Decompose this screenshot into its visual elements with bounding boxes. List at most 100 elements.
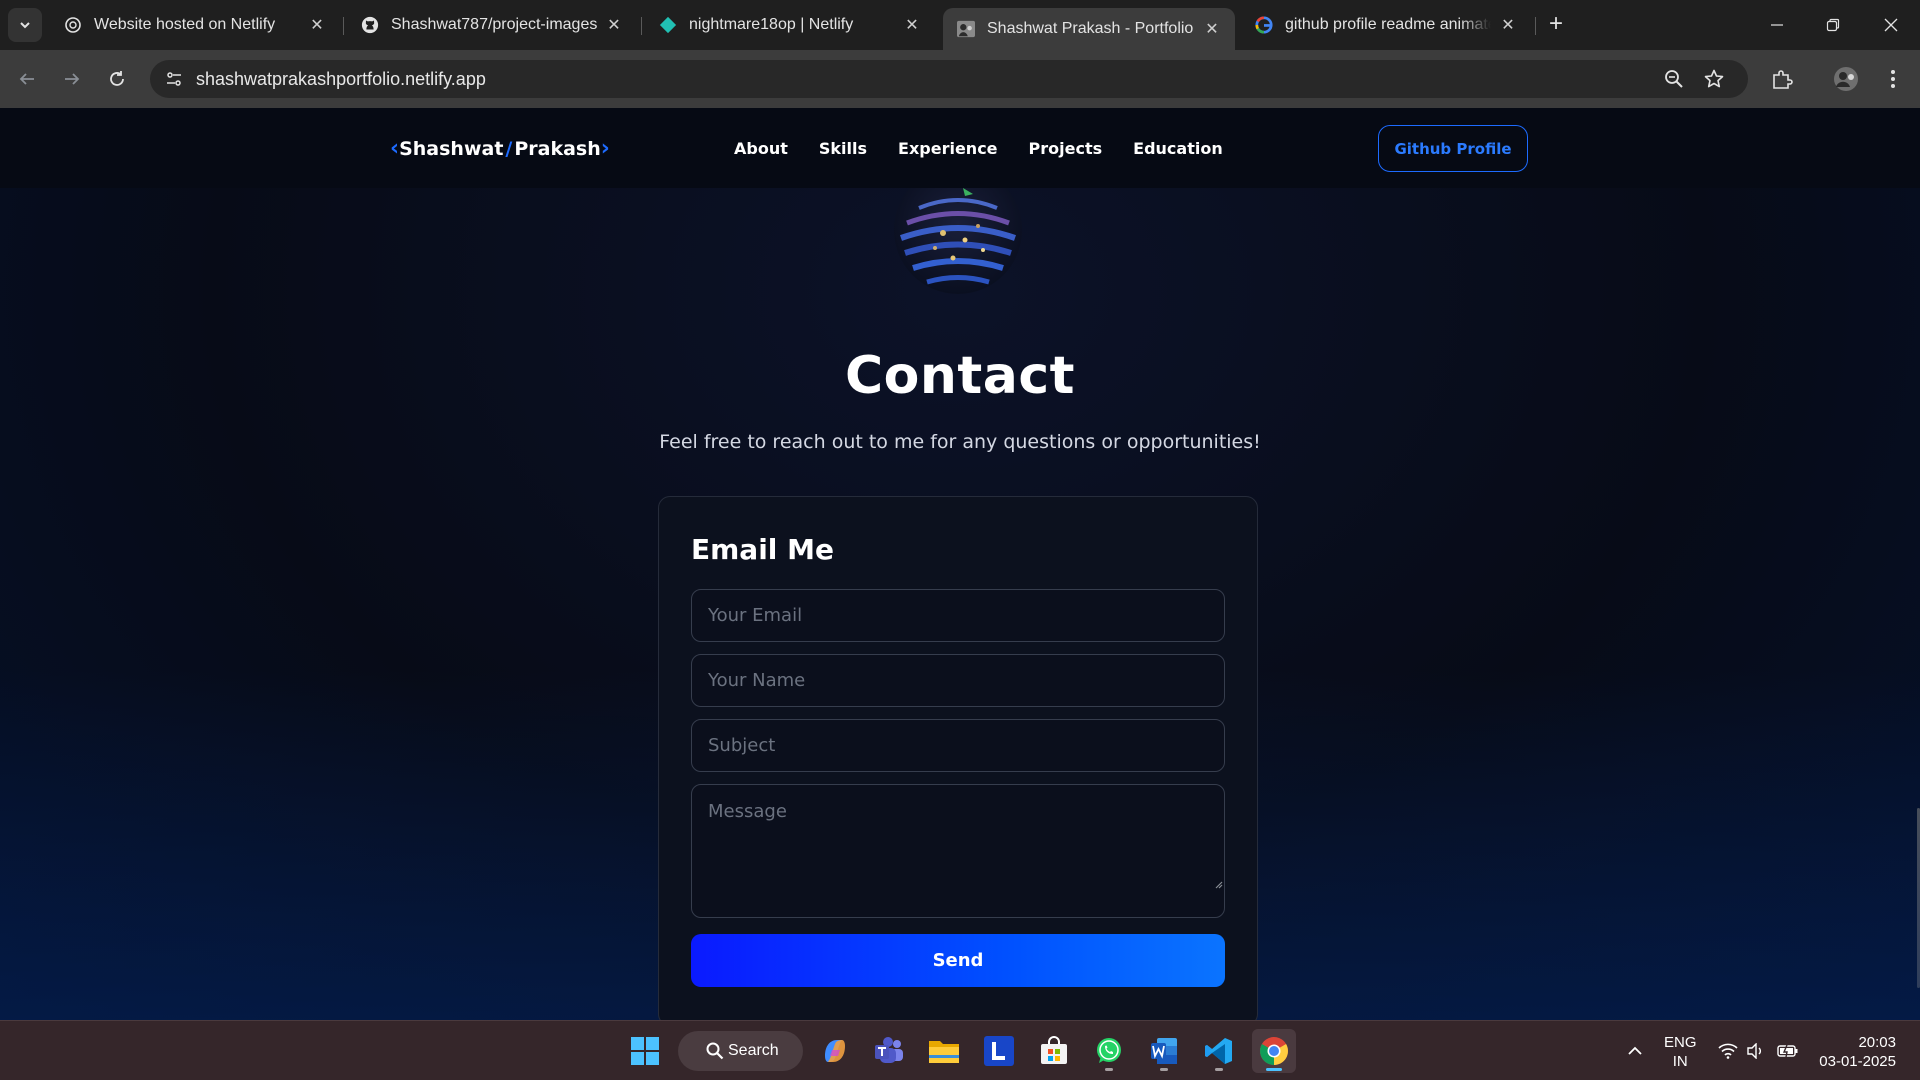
address-bar[interactable]: shashwatprakashportfolio.netlify.app xyxy=(150,60,1748,98)
volume-control[interactable] xyxy=(1744,1021,1768,1080)
forward-button[interactable] xyxy=(55,62,89,96)
input-language-indicator[interactable]: ENG IN xyxy=(1664,1033,1697,1071)
vscode-icon xyxy=(1205,1038,1232,1064)
portfolio-avatar-icon xyxy=(957,20,975,38)
contact-subtitle: Feel free to reach out to me for any que… xyxy=(659,431,1261,453)
l-app[interactable] xyxy=(977,1029,1021,1073)
close-icon[interactable]: ✕ xyxy=(903,16,921,34)
nav-link-experience[interactable]: Experience xyxy=(898,139,998,158)
name-input[interactable] xyxy=(691,654,1225,707)
logo-last-name: Prakash xyxy=(514,137,601,160)
vscode-app[interactable] xyxy=(1197,1029,1241,1073)
chrome-menu-button[interactable] xyxy=(1876,62,1910,96)
new-tab-button[interactable]: + xyxy=(1543,12,1569,38)
contact-heading: Contact xyxy=(844,346,1076,406)
subject-input[interactable] xyxy=(691,719,1225,772)
teams-app[interactable] xyxy=(867,1029,911,1073)
site-navbar: ‹ Shashwat / Prakash › About Skills Expe… xyxy=(0,108,1920,188)
taskbar-search[interactable]: Search xyxy=(678,1031,803,1071)
reload-button[interactable] xyxy=(100,62,134,96)
github-profile-button[interactable]: Github Profile xyxy=(1378,125,1528,172)
teams-icon xyxy=(875,1037,903,1063)
tab-netlify-dashboard[interactable]: nightmare18op | Netlify ✕ xyxy=(645,8,935,42)
restore-icon xyxy=(1826,18,1840,32)
tab-google-search[interactable]: github profile readme animated ✕ xyxy=(1241,8,1531,42)
start-button[interactable] xyxy=(623,1029,667,1073)
chrome-app[interactable] xyxy=(1252,1029,1296,1073)
close-icon[interactable]: ✕ xyxy=(1499,16,1517,34)
running-indicator xyxy=(1105,1068,1113,1071)
tab-separator xyxy=(343,17,344,35)
chevron-right-icon: › xyxy=(600,136,610,161)
browser-tab-bar: Website hosted on Netlify ✕ Shashwat787/… xyxy=(0,0,1920,50)
back-button[interactable] xyxy=(10,62,44,96)
show-hidden-icons-button[interactable] xyxy=(1620,1021,1650,1080)
page-scrollbar[interactable] xyxy=(1916,108,1920,1020)
speaker-icon xyxy=(1747,1043,1761,1059)
minimize-button[interactable] xyxy=(1757,10,1797,40)
word-app[interactable] xyxy=(1142,1029,1186,1073)
logo-first-name: Shashwat xyxy=(399,137,504,160)
send-button[interactable]: Send xyxy=(691,934,1225,987)
profile-avatar-icon xyxy=(1834,67,1858,91)
message-textarea[interactable] xyxy=(691,784,1225,918)
tab-label: Shashwat787/project-images xyxy=(391,16,597,33)
tab-search-button[interactable] xyxy=(8,8,42,42)
tab-label: Website hosted on Netlify xyxy=(94,16,276,33)
tab-github-project-images[interactable]: Shashwat787/project-images ✕ xyxy=(347,8,637,42)
email-input[interactable] xyxy=(691,589,1225,642)
site-info-icon[interactable] xyxy=(162,67,186,91)
close-icon[interactable]: ✕ xyxy=(308,16,326,34)
restore-button[interactable] xyxy=(1813,10,1853,40)
url-text[interactable]: shashwatprakashportfolio.netlify.app xyxy=(196,69,486,90)
close-window-button[interactable] xyxy=(1871,10,1911,40)
nav-link-education[interactable]: Education xyxy=(1133,139,1223,158)
microsoft-store-app[interactable] xyxy=(1032,1029,1076,1073)
file-explorer-app[interactable] xyxy=(922,1029,966,1073)
system-clock[interactable]: 20:03 03-01-2025 xyxy=(1816,1033,1896,1071)
minimize-icon xyxy=(1771,24,1783,26)
back-arrow-icon xyxy=(19,73,34,85)
puzzle-icon xyxy=(1773,70,1793,89)
netlify-icon xyxy=(659,16,677,34)
chrome-icon xyxy=(1260,1037,1288,1065)
resize-handle-icon[interactable] xyxy=(1213,879,1223,889)
close-icon[interactable]: ✕ xyxy=(1203,20,1221,38)
clock-time: 20:03 xyxy=(1858,1034,1896,1051)
search-label: Search xyxy=(728,1042,779,1059)
tab-label: nightmare18op | Netlify xyxy=(689,16,854,33)
clock-date: 03-01-2025 xyxy=(1819,1053,1896,1070)
tab-portfolio[interactable]: Shashwat Prakash - Portfolio ✕ xyxy=(943,8,1235,50)
windows-logo-icon xyxy=(631,1037,659,1065)
zoom-icon[interactable] xyxy=(1662,67,1686,91)
whatsapp-app[interactable] xyxy=(1087,1029,1131,1073)
profile-avatar[interactable] xyxy=(1829,62,1863,96)
bookmark-star-icon[interactable] xyxy=(1702,67,1726,91)
chatgpt-icon xyxy=(64,16,82,34)
battery-status[interactable] xyxy=(1773,1021,1803,1080)
word-icon xyxy=(1151,1038,1177,1064)
windows-taskbar: Search ENG IN 20:03 03-01-2025 xyxy=(0,1020,1920,1080)
close-icon xyxy=(1884,18,1898,32)
site-logo[interactable]: ‹ Shashwat / Prakash › xyxy=(390,136,610,161)
wifi-status[interactable] xyxy=(1716,1021,1740,1080)
reload-icon xyxy=(110,71,124,86)
extensions-button[interactable] xyxy=(1765,62,1799,96)
tab-separator xyxy=(641,17,642,35)
nav-link-skills[interactable]: Skills xyxy=(819,139,867,158)
tab-label: Shashwat Prakash - Portfolio xyxy=(987,20,1194,37)
running-indicator xyxy=(1215,1068,1223,1071)
webpage-viewport: ‹ Shashwat / Prakash › About Skills Expe… xyxy=(0,108,1920,1020)
close-icon[interactable]: ✕ xyxy=(605,16,623,34)
copilot-app[interactable] xyxy=(813,1029,857,1073)
tab-separator xyxy=(1535,17,1536,35)
chevron-up-icon xyxy=(1628,1046,1642,1055)
site-menu: About Skills Experience Projects Educati… xyxy=(734,139,1223,158)
tab-netlify-website[interactable]: Website hosted on Netlify ✕ xyxy=(50,8,340,42)
logo-slash: / xyxy=(505,137,513,160)
nav-link-projects[interactable]: Projects xyxy=(1029,139,1103,158)
chevron-left-icon: ‹ xyxy=(390,136,400,161)
battery-charging-icon xyxy=(1777,1044,1798,1058)
kebab-menu-icon xyxy=(1891,70,1895,88)
nav-link-about[interactable]: About xyxy=(734,139,788,158)
